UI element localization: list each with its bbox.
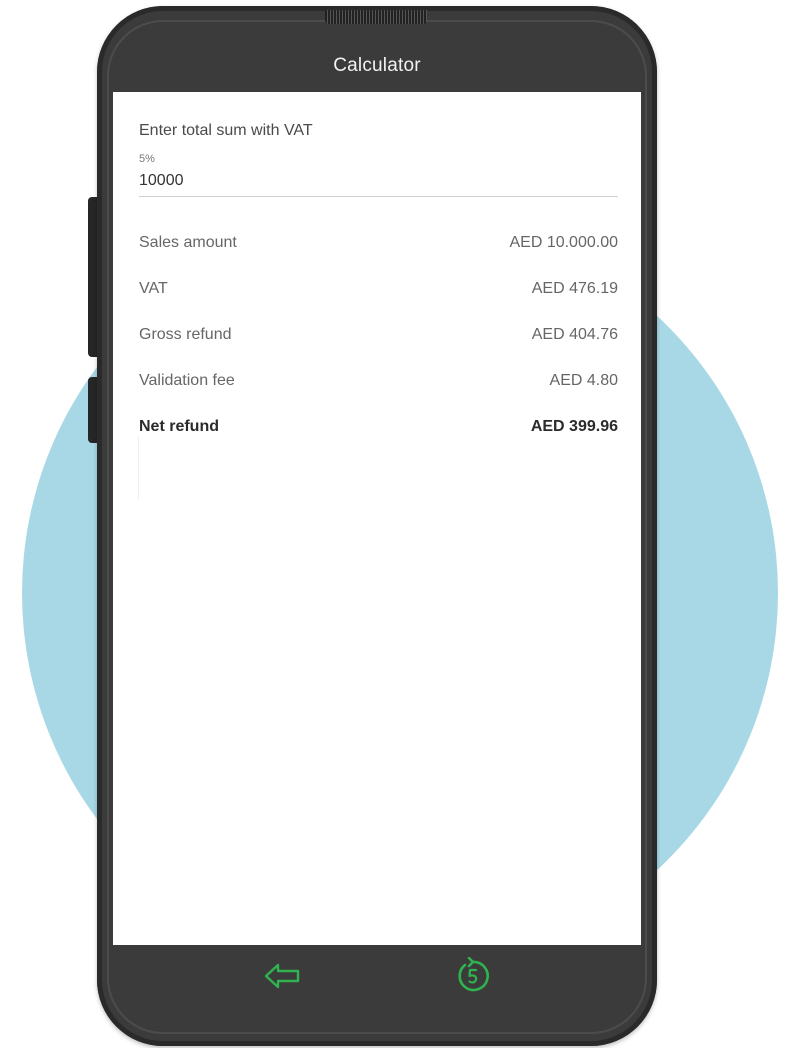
result-label: Sales amount xyxy=(139,234,237,251)
results-list: Sales amount AED 10.000.00 VAT AED 476.1… xyxy=(139,220,618,450)
result-value: AED 10.000.00 xyxy=(509,234,618,251)
result-value: AED 4.80 xyxy=(549,372,618,389)
result-row-gross-refund: Gross refund AED 404.76 xyxy=(139,312,618,358)
back-button[interactable] xyxy=(263,957,303,995)
result-value: AED 399.96 xyxy=(530,418,618,435)
app-title-bar: Calculator xyxy=(113,40,641,92)
amount-input[interactable] xyxy=(139,168,618,197)
result-row-vat: VAT AED 476.19 xyxy=(139,266,618,312)
result-row-validation-fee: Validation fee AED 4.80 xyxy=(139,358,618,404)
result-label: Net refund xyxy=(139,418,219,435)
result-value: AED 404.76 xyxy=(531,326,618,343)
speaker-grille xyxy=(325,10,427,24)
result-row-sales-amount: Sales amount AED 10.000.00 xyxy=(139,220,618,266)
amount-label: Enter total sum with VAT xyxy=(139,122,313,139)
result-row-net-refund: Net refund AED 399.96 xyxy=(139,404,618,450)
reset-circle-icon xyxy=(458,957,489,992)
page-title: Calculator xyxy=(333,55,421,76)
stage: Calculator Enter total sum with VAT 5% S… xyxy=(0,0,792,1048)
amount-form: Enter total sum with VAT 5% xyxy=(139,120,618,197)
reset-button[interactable] xyxy=(453,957,493,995)
vat-rate-label: 5% xyxy=(139,153,155,165)
result-label: VAT xyxy=(139,280,168,297)
scroll-indicator xyxy=(138,436,139,500)
result-label: Gross refund xyxy=(139,326,232,343)
calculator-screen: Enter total sum with VAT 5% Sales amount… xyxy=(113,92,641,945)
back-arrow-icon xyxy=(264,963,300,989)
result-value: AED 476.19 xyxy=(531,280,618,297)
result-label: Validation fee xyxy=(139,372,235,389)
bottom-navigation xyxy=(113,945,641,1005)
